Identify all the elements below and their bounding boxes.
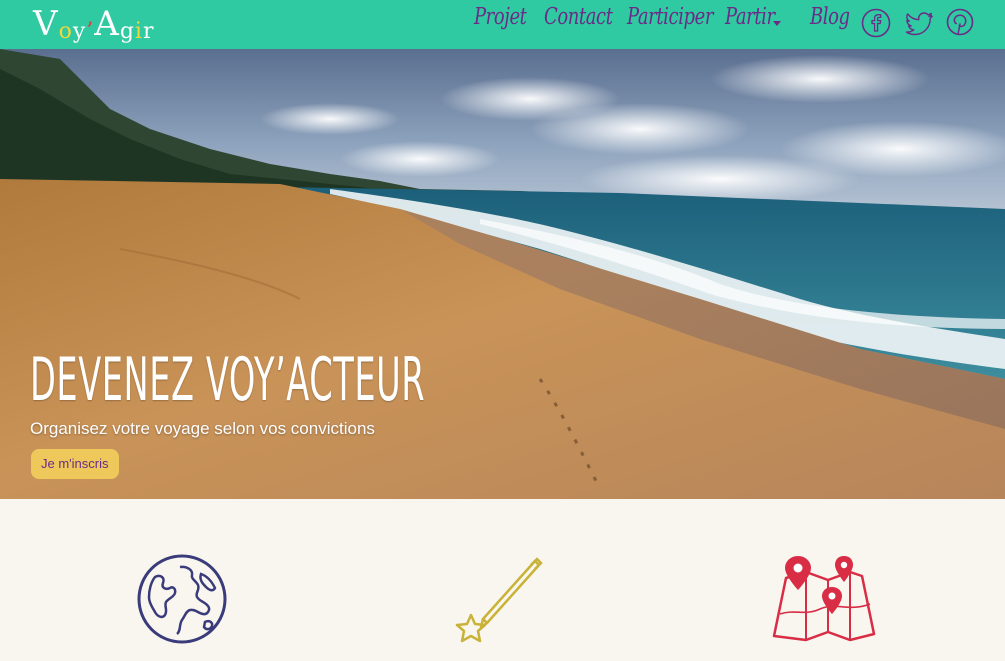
nav-item-blog[interactable]: Blog [810,4,850,30]
nav-item-partir[interactable]: Partir [725,4,775,30]
pinterest-icon[interactable] [945,7,977,39]
pen-star-icon [455,557,543,643]
chevron-down-icon[interactable] [773,21,781,26]
main-nav: Projet Contact Participer Partir Blog [0,0,1005,49]
twitter-icon[interactable] [904,7,936,39]
nav-item-participer[interactable]: Participer [627,4,713,30]
map-pins-icon [772,556,876,642]
facebook-icon[interactable] [860,7,892,39]
nav-item-projet[interactable]: Projet [474,4,527,30]
globe-icon [137,554,227,644]
hero-banner: DEVENEZ VOY’ACTEUR Organisez votre voyag… [0,49,1005,499]
hero-subtitle: Organisez votre voyage selon vos convict… [30,419,375,438]
navbar: Vo y’ Ag i r Projet Contact Participer Parti… [0,0,1005,49]
signup-button[interactable]: Je m'inscris [31,449,119,479]
nav-item-contact[interactable]: Contact [544,4,613,30]
features-section [0,499,1005,661]
hero-title: DEVENEZ VOY’ACTEUR [30,345,426,415]
